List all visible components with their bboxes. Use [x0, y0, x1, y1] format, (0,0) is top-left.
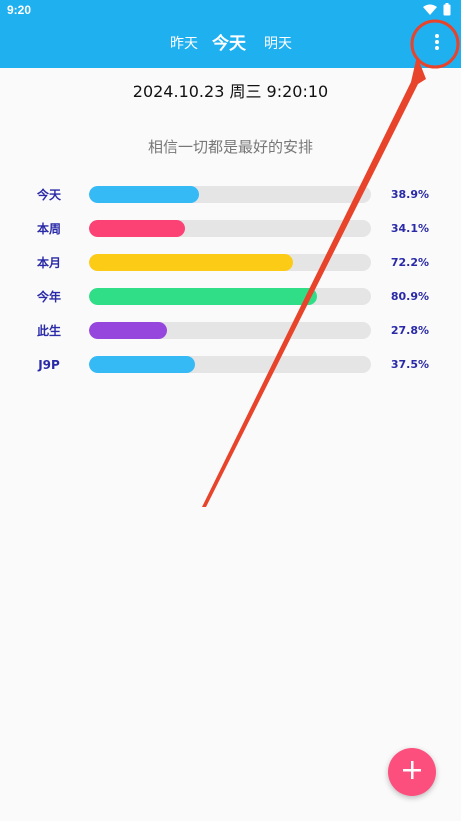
status-time: 9:20	[7, 3, 32, 17]
progress-label: 今天	[36, 188, 61, 202]
wifi-icon	[423, 1, 437, 20]
progress-label: 本月	[36, 256, 61, 270]
progress-percent: 34.1%	[390, 222, 429, 235]
progress-percent: 38.9%	[390, 188, 429, 201]
progress-percent: 37.5%	[390, 358, 429, 371]
progress-percent: 80.9%	[390, 290, 429, 303]
progress-row-j9p: J9P 37.5%	[0, 355, 461, 375]
progress-track	[89, 322, 371, 339]
progress-label: 今年	[36, 290, 61, 304]
progress-fill	[89, 186, 199, 203]
progress-fill	[89, 356, 195, 373]
tab-today[interactable]: 今天	[212, 20, 246, 68]
progress-label: 本周	[36, 222, 61, 236]
progress-label: J9P	[38, 358, 60, 372]
progress-percent: 27.8%	[390, 324, 429, 337]
progress-fill	[89, 288, 318, 305]
progress-percent: 72.2%	[390, 256, 429, 269]
more-options-button[interactable]	[420, 26, 454, 62]
progress-track	[89, 288, 371, 305]
progress-row-month: 本月 72.2%	[0, 253, 461, 273]
tab-yesterday[interactable]: 昨天	[170, 20, 198, 68]
more-vert-icon	[434, 33, 440, 55]
current-datetime: 2024.10.23 周三 9:20:10	[132, 82, 329, 101]
status-icons	[423, 1, 451, 20]
progress-track	[89, 254, 371, 271]
progress-fill	[89, 254, 293, 271]
progress-track	[89, 356, 371, 373]
app-bar: 昨天 今天 明天	[0, 20, 461, 68]
progress-fill	[89, 220, 186, 237]
pointer-arrow	[202, 56, 426, 507]
battery-icon	[443, 1, 451, 20]
progress-track	[89, 186, 371, 203]
progress-track	[89, 220, 371, 237]
annotation-overlay	[202, 19, 460, 507]
progress-row-lifetime: 此生 27.8%	[0, 321, 461, 341]
progress-row-week: 本周 34.1%	[0, 219, 461, 239]
progress-fill	[89, 322, 168, 339]
status-bar: 9:20	[0, 0, 461, 20]
add-button[interactable]	[388, 748, 436, 796]
plus-icon	[402, 760, 422, 784]
progress-row-year: 今年 80.9%	[0, 287, 461, 307]
motto-text: 相信一切都是最好的安排	[147, 138, 313, 156]
progress-row-today: 今天 38.9%	[0, 185, 461, 205]
progress-label: 此生	[36, 324, 61, 338]
tab-tomorrow[interactable]: 明天	[264, 20, 292, 68]
